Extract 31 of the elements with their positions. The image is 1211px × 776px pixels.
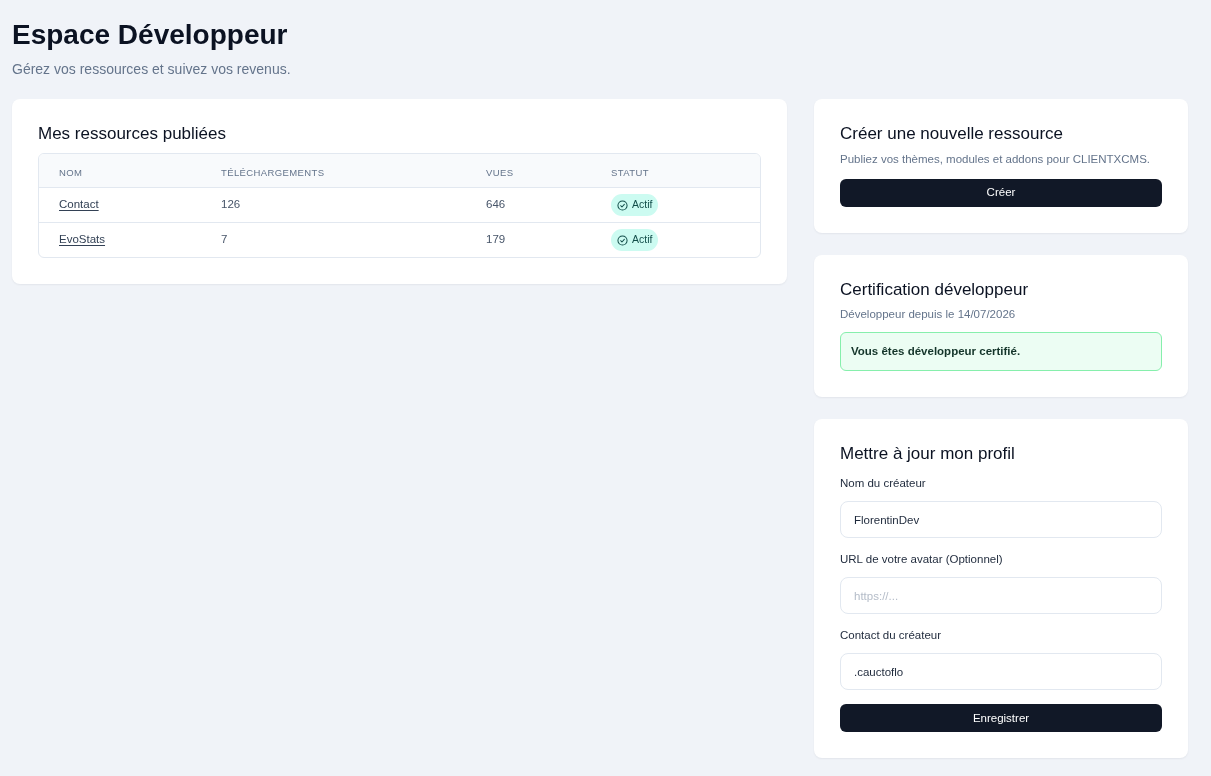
download-count: 126 xyxy=(221,198,241,211)
field-label: Nom du créateur xyxy=(840,476,927,491)
download-count: 7 xyxy=(221,233,228,246)
input-field[interactable]: https://... xyxy=(840,577,1162,615)
card-title: Mettre à jour mon profil xyxy=(840,444,1016,465)
create-button[interactable]: Créer xyxy=(840,179,1162,207)
check-circle-icon xyxy=(617,199,628,211)
view-count: 646 xyxy=(486,198,506,211)
field-label: URL de votre avatar (Optionnel) xyxy=(840,552,1004,567)
resource-link[interactable]: EvoStats xyxy=(59,233,106,246)
save-button[interactable]: Enregistrer xyxy=(840,704,1162,733)
card-title: Certification développeur xyxy=(840,280,1030,300)
success-alert: Vous êtes développeur certifié. xyxy=(840,332,1162,372)
resource-link[interactable]: Contact xyxy=(59,198,99,211)
field-label: Contact du créateur xyxy=(840,628,942,643)
column-header: VUES xyxy=(486,166,514,178)
certification-date: Développeur depuis le 14/07/2026 xyxy=(840,307,1017,321)
page-subtitle: Gérez vos ressources et suivez vos revenus. xyxy=(12,60,292,78)
page-title: Espace Développeur xyxy=(12,18,289,52)
column-header: STATUT xyxy=(611,166,649,178)
column-header: NOM xyxy=(59,166,83,178)
input-field[interactable]: .cauctoflo xyxy=(840,653,1162,691)
view-count: 179 xyxy=(486,233,506,246)
column-header: TÉLÉCHARGEMENTS xyxy=(221,166,325,178)
status-badge: Actif xyxy=(611,194,659,216)
input-field[interactable]: FlorentinDev xyxy=(840,501,1162,539)
status-badge: Actif xyxy=(611,229,659,251)
card-title: Mes ressources publiées xyxy=(38,124,228,144)
card-title: Créer une nouvelle ressource xyxy=(840,124,1064,144)
check-circle-icon xyxy=(617,234,628,246)
card-description: Publiez vos thèmes, modules et addons pour CLIENTXCMS. xyxy=(840,152,1151,166)
